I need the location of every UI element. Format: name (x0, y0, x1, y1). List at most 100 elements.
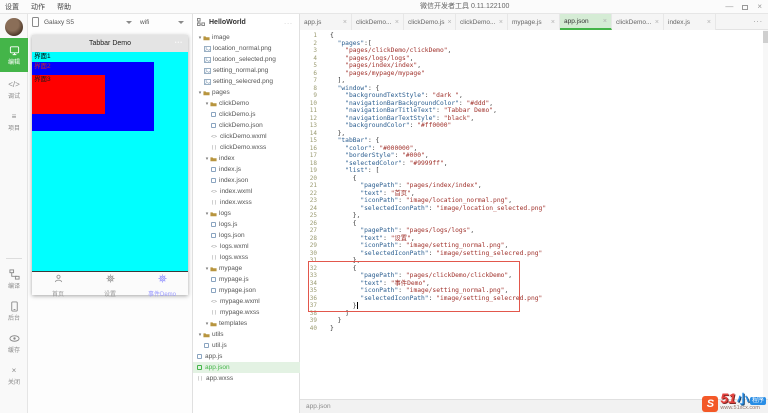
folder-icon (203, 332, 211, 338)
tree-item-mypage[interactable]: ▾ mypage (193, 263, 300, 274)
folder-icon (210, 266, 218, 272)
code-line: "navigationBarTextStyle": "black", (345, 114, 475, 122)
tree-item-utils[interactable]: ▾ utils (193, 329, 300, 340)
tree-item-label: index.wxss (220, 199, 252, 206)
editor-tab-mypage.js[interactable]: mypage.js × (508, 14, 560, 30)
sidebar-item-后台[interactable]: 后台 (0, 296, 28, 326)
sidebar-item-缓存[interactable]: 缓存 (0, 328, 28, 358)
code-line: "pages/mypage/mypage" (345, 69, 425, 77)
close-tab-icon[interactable]: × (343, 19, 347, 26)
editor-tab-clickDemo...[interactable]: clickDemo... × (352, 14, 404, 30)
folder-icon (210, 156, 218, 162)
wxml-file-icon: <> (211, 243, 218, 250)
close-tab-icon[interactable]: × (707, 19, 711, 26)
editor-tab-clickDemo.js[interactable]: clickDemo.js × (404, 14, 456, 30)
tree-item-mypage.wxml[interactable]: <> mypage.wxml (193, 296, 300, 307)
editor-tab-app.js[interactable]: app.js × (300, 14, 352, 30)
phone-tab-事件Demo[interactable]: 事件Demo (136, 272, 188, 298)
menu-item-动作[interactable]: 动作 (31, 2, 45, 12)
tree-item-logs.json[interactable]: logs.json (193, 230, 300, 241)
tree-item-clickDemo.js[interactable]: clickDemo.js (193, 109, 300, 120)
tree-menu-icon[interactable]: ... (284, 19, 293, 26)
window-controls: — × (725, 0, 762, 14)
editor-tab-index.js[interactable]: index.js × (664, 14, 716, 30)
person-icon (54, 270, 63, 288)
tree-item-image[interactable]: ▾ image (193, 32, 300, 43)
tree-item-pages[interactable]: ▾ pages (193, 87, 300, 98)
editor-panel: app.js × clickDemo... × clickDemo.js × clickDe… (300, 14, 768, 413)
tree-item-setting_selecred.png[interactable]: setting_selecred.png (193, 76, 300, 87)
phone-tab-首页[interactable]: 首页 (32, 270, 84, 298)
window-title: 微信开发者工具 0.11.122100 (420, 3, 510, 10)
chevron-down-icon (178, 20, 184, 24)
editor-tab-app.json[interactable]: app.json × (560, 14, 612, 30)
tree-item-logs.wxml[interactable]: <> logs.wxml (193, 241, 300, 252)
phone-tab-设置[interactable]: 设置 (84, 272, 136, 298)
wxml-file-icon: <> (211, 133, 218, 140)
tree-item-setting_normal.png[interactable]: setting_normal.png (193, 65, 300, 76)
menu-item-设置[interactable]: 设置 (5, 2, 19, 12)
close-tab-icon[interactable]: × (499, 19, 503, 26)
avatar[interactable] (5, 18, 23, 36)
code-line: { (330, 174, 357, 182)
phone-screen[interactable]: 界面1 界面2 界面3 (32, 52, 188, 271)
tree-item-logs.wxss[interactable]: () logs.wxss (193, 252, 300, 263)
close-tab-icon[interactable]: × (655, 19, 659, 26)
tree-item-templates[interactable]: ▾ templates (193, 318, 300, 329)
sidebar-top-items: 编辑 </> 调试 ≡ 项目 (0, 38, 28, 138)
tree-item-location_normal.png[interactable]: location_normal.png (193, 43, 300, 54)
tab-overflow-icon[interactable]: ... (753, 14, 763, 28)
tree-item-util.js[interactable]: util.js (193, 340, 300, 351)
maximize-button[interactable] (742, 4, 749, 10)
tree-item-logs[interactable]: ▾ logs (193, 208, 300, 219)
sidebar-item-编译[interactable]: 编译 (0, 264, 28, 294)
tree-item-logs.js[interactable]: logs.js (193, 219, 300, 230)
phone-menu-dots-icon[interactable]: ••• (175, 40, 183, 46)
tree-item-app.js[interactable]: app.js (193, 351, 300, 362)
tree-item-mypage.wxss[interactable]: () mypage.wxss (193, 307, 300, 318)
sidebar-item-项目[interactable]: ≡ 项目 (0, 106, 28, 136)
tree-item-clickDemo[interactable]: ▾ clickDemo (193, 98, 300, 109)
sidebar-item-编辑[interactable]: 编辑 (0, 38, 28, 72)
json-file-icon (197, 365, 204, 370)
tree-item-index.js[interactable]: index.js (193, 164, 300, 175)
device-select[interactable]: Galaxy S5 (40, 19, 136, 26)
code-area[interactable]: 1 2 3 4 5 6 7 8 9 10 11 12 13 14 15 16 17 18 19 20 21 22 23 24 2… (300, 30, 762, 399)
tree-item-index.wxml[interactable]: <> index.wxml (193, 186, 300, 197)
editor-tab-clickDemo...[interactable]: clickDemo... × (612, 14, 664, 30)
close-tab-icon[interactable]: × (447, 19, 451, 26)
sidebar-item-调试[interactable]: </> 调试 (0, 74, 28, 104)
network-select[interactable]: wifi (136, 19, 188, 26)
tree-item-mypage.json[interactable]: mypage.json (193, 285, 300, 296)
menu-item-帮助[interactable]: 帮助 (57, 2, 71, 12)
sidebar-item-关闭[interactable]: × 关闭 (0, 360, 28, 390)
tree-item-label: setting_selecred.png (213, 78, 273, 85)
tree-item-label: app.js (205, 353, 223, 360)
editor-tab-clickDemo...[interactable]: clickDemo... × (456, 14, 508, 30)
tree-item-app.json[interactable]: app.json (193, 362, 300, 373)
tree-item-location_selected.png[interactable]: location_selected.png (193, 54, 300, 65)
sidebar-item-label: 关闭 (7, 380, 20, 386)
tree-item-index.json[interactable]: index.json (193, 175, 300, 186)
code-line: }, (330, 129, 346, 137)
tree-item-clickDemo.wxss[interactable]: () clickDemo.wxss (193, 142, 300, 153)
tree-item-app.wxss[interactable]: () app.wxss (193, 373, 300, 384)
minimize-button[interactable]: — (725, 3, 733, 11)
tree-item-label: mypage (219, 265, 243, 272)
tree-item-mypage.js[interactable]: mypage.js (193, 274, 300, 285)
code-line: "text": "事件Demo", (360, 279, 430, 287)
close-button[interactable]: × (757, 3, 762, 11)
editor-tab-label: clickDemo.js (408, 18, 445, 26)
editor-scrollbar[interactable] (763, 30, 768, 399)
tree-item-index.wxss[interactable]: () index.wxss (193, 197, 300, 208)
close-tab-icon[interactable]: × (395, 19, 399, 26)
tree-item-clickDemo.wxml[interactable]: <> clickDemo.wxml (193, 131, 300, 142)
tree-item-index[interactable]: ▾ index (193, 153, 300, 164)
scrollbar-thumb[interactable] (763, 31, 768, 43)
code-line: "text": "设置", (360, 234, 415, 242)
tree-item-clickDemo.json[interactable]: clickDemo.json (193, 120, 300, 131)
wxml-file-icon: <> (211, 188, 218, 195)
close-tab-icon[interactable]: × (603, 18, 607, 25)
close-tab-icon[interactable]: × (551, 19, 555, 26)
watermark-chengxu: 程序 (749, 397, 766, 405)
